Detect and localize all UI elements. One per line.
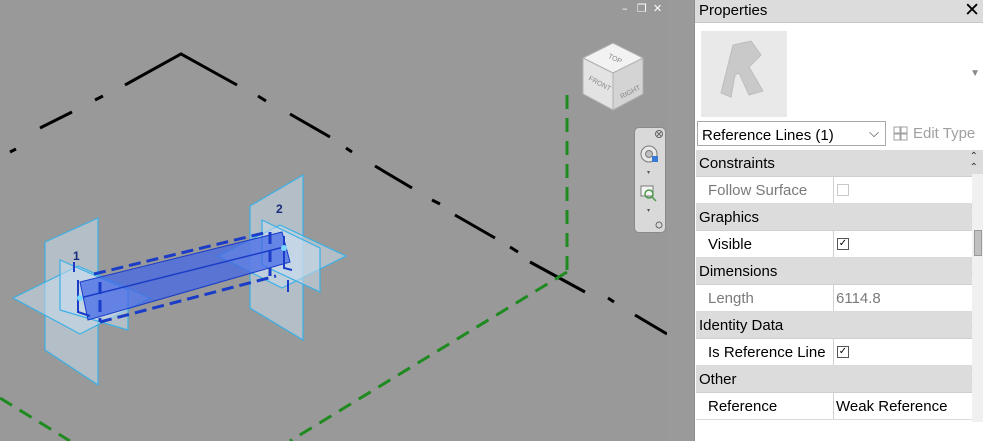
reference-point-label-1: 1 <box>73 249 80 263</box>
property-name: Follow Surface <box>708 182 808 199</box>
close-view-button[interactable]: ✕ <box>653 2 662 16</box>
collapse-icon[interactable]: ⌃⌃ <box>970 151 978 173</box>
3d-viewport[interactable]: 1 2 – ❐ ✕ TOP FRONT RIGHT ▾ ▾ <box>0 0 667 441</box>
navbar-options-icon[interactable] <box>655 221 663 229</box>
group-label: Graphics <box>699 209 760 226</box>
property-row-follow-surface: Follow Surface <box>696 177 983 204</box>
group-label: Other <box>699 371 737 388</box>
chevron-down-icon[interactable]: ⌵ <box>869 125 879 141</box>
steering-wheel-icon[interactable] <box>640 145 658 163</box>
edit-type-button[interactable]: Edit Type <box>889 121 983 146</box>
zoom-dropdown-icon[interactable]: ▾ <box>647 208 650 214</box>
group-label: Dimensions <box>699 263 778 280</box>
scrollbar-thumb[interactable] <box>974 230 982 256</box>
group-graphics[interactable]: Graphics ⌃⌃ <box>696 204 983 231</box>
properties-scrollbar[interactable] <box>972 174 983 422</box>
property-name: Reference <box>708 398 778 415</box>
property-row-length: Length 6114.8 <box>696 285 983 312</box>
property-row-reference: Reference Weak Reference <box>696 393 983 420</box>
follow-surface-checkbox <box>837 184 849 196</box>
close-icon[interactable]: ✕ <box>964 0 980 22</box>
property-name: Length <box>708 290 754 307</box>
properties-title: Properties <box>699 2 768 19</box>
edit-type-icon <box>893 126 908 141</box>
reference-value-dropdown[interactable]: Weak Reference <box>836 398 947 415</box>
restore-button[interactable]: ❐ <box>637 2 647 16</box>
edit-type-label: Edit Type <box>913 125 976 142</box>
type-selector[interactable]: Reference Lines (1) ⌵ <box>697 121 886 146</box>
group-identity-data[interactable]: Identity Data ⌃⌃ <box>696 312 983 339</box>
property-row-visible: Visible ✓ <box>696 231 983 258</box>
property-row-is-reference-line: Is Reference Line ✓ <box>696 339 983 366</box>
preview-dropdown-icon[interactable]: ▼ <box>970 68 980 79</box>
group-label: Constraints <box>699 155 775 172</box>
is-reference-line-checkbox[interactable]: ✓ <box>837 346 849 358</box>
minimize-button[interactable]: – <box>622 2 628 16</box>
group-other[interactable]: Other ⌃⌃ <box>696 366 983 393</box>
reference-point-label-2: 2 <box>276 202 283 216</box>
navbar-close-icon[interactable] <box>655 130 663 138</box>
zoom-icon[interactable] <box>640 185 657 202</box>
panel-divider[interactable] <box>667 0 694 441</box>
steering-dropdown-icon[interactable]: ▾ <box>647 170 650 176</box>
group-dimensions[interactable]: Dimensions ⌃⌃ <box>696 258 983 285</box>
group-label: Identity Data <box>699 317 784 334</box>
model-canvas[interactable]: 1 2 <box>0 0 667 441</box>
properties-grid: Constraints ⌃⌃ Follow Surface Graphics ⌃… <box>696 150 983 420</box>
group-constraints[interactable]: Constraints ⌃ ⌃ <box>696 150 983 177</box>
visible-checkbox[interactable]: ✓ <box>837 238 849 250</box>
type-preview-image[interactable] <box>701 31 787 117</box>
viewcube[interactable]: TOP FRONT RIGHT <box>578 38 648 116</box>
type-selector-value: Reference Lines (1) <box>702 127 834 144</box>
navigation-bar[interactable]: ▾ ▾ <box>634 127 666 233</box>
properties-palette: Properties ✕ ▼ Reference Lines (1) ⌵ Edi… <box>694 0 983 441</box>
properties-titlebar[interactable]: Properties ✕ <box>695 0 983 23</box>
length-value: 6114.8 <box>836 290 881 307</box>
property-name: Is Reference Line <box>708 344 826 361</box>
property-name: Visible <box>708 236 752 253</box>
